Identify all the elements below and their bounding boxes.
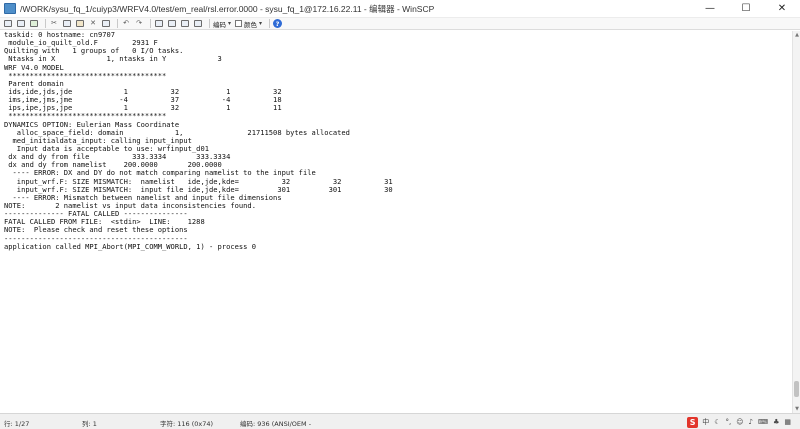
status-character: 字符: 116 (0x74) [160,420,214,428]
close-button[interactable]: ✕ [764,0,800,18]
encoding-menu-label[interactable]: 编码 [213,19,226,29]
minimize-button[interactable]: — [692,0,728,18]
color-dropdown-icon[interactable]: ▾ [259,20,262,27]
editor-toolbar: ✂ ✕ ↶ ↷ 编码 ▾ 颜色 ▾ ? [0,18,800,30]
save-as-icon[interactable] [16,19,26,28]
scroll-up-icon[interactable]: ▲ [793,31,800,39]
editor-line[interactable]: Ntasks in X 1, ntasks in Y 3 [0,55,792,63]
window-controls: — ☐ ✕ [692,0,800,18]
ime-language-indicator[interactable]: 中 [702,417,709,427]
status-bar: 行: 1/27 列: 1 字符: 116 (0x74) 编码: 936 (ANS… [0,413,800,429]
undo-icon[interactable]: ↶ [121,19,131,28]
microphone-icon[interactable]: ♪ [749,418,753,426]
winscp-editor-icon [4,3,16,14]
redo-icon[interactable]: ↷ [134,19,144,28]
status-line: 行: 1/27 [4,420,30,428]
scrollbar-thumb[interactable] [794,381,799,397]
cut-icon[interactable]: ✂ [49,19,59,28]
help-icon[interactable]: ? [273,19,283,28]
shirt-icon[interactable]: ♣ [773,418,779,426]
replace-icon[interactable] [167,19,177,28]
toolbar-separator [209,19,210,28]
select-all-icon[interactable] [101,19,111,28]
toolbar-separator [269,19,271,28]
paste-icon[interactable] [75,19,85,28]
editor-line[interactable]: ************************************* [0,71,792,80]
save-icon[interactable] [3,19,13,28]
find-icon[interactable] [154,19,164,28]
find-next-icon[interactable] [180,19,190,28]
punctuation-icon[interactable]: °, [725,418,731,426]
editor-line[interactable]: application called MPI_Abort(MPI_COMM_WO… [0,242,792,251]
reload-icon[interactable] [29,19,39,28]
title-bar: /WORK/sysu_fq_1/cuiyp3/WRFV4.0/test/em_r… [0,0,800,18]
goto-line-icon[interactable] [193,19,203,28]
toolbar-separator [150,19,151,28]
vertical-scrollbar[interactable]: ▲ ▼ [792,31,800,413]
encoding-dropdown-icon[interactable]: ▾ [228,20,231,27]
window-title: /WORK/sysu_fq_1/cuiyp3/WRFV4.0/test/em_r… [20,3,435,14]
ime-logo-icon[interactable]: S [687,416,699,428]
text-editor-area[interactable]: taskid: 0 hostname: cn9707 module_io_qui… [0,31,792,413]
status-column: 列: 1 [82,420,97,428]
emoji-icon[interactable]: ☺ [736,418,743,426]
delete-icon[interactable]: ✕ [88,19,98,28]
grid-menu-icon[interactable]: ▦ [784,418,791,426]
maximize-button[interactable]: ☐ [728,0,764,18]
color-checkbox[interactable] [235,20,243,27]
moon-icon[interactable]: ☾ [714,418,720,426]
toolbar-separator [45,19,46,28]
keyboard-icon[interactable]: ⌨ [758,418,768,426]
scroll-down-icon[interactable]: ▼ [793,405,800,413]
status-encoding: 编码: 936 (ANSI/OEM - [240,420,312,428]
copy-icon[interactable] [62,19,72,28]
toolbar-separator [117,19,118,28]
color-menu-label[interactable]: 颜色 [244,19,257,29]
system-tray: S 中 ☾ °, ☺ ♪ ⌨ ♣ ▦ [687,416,796,428]
